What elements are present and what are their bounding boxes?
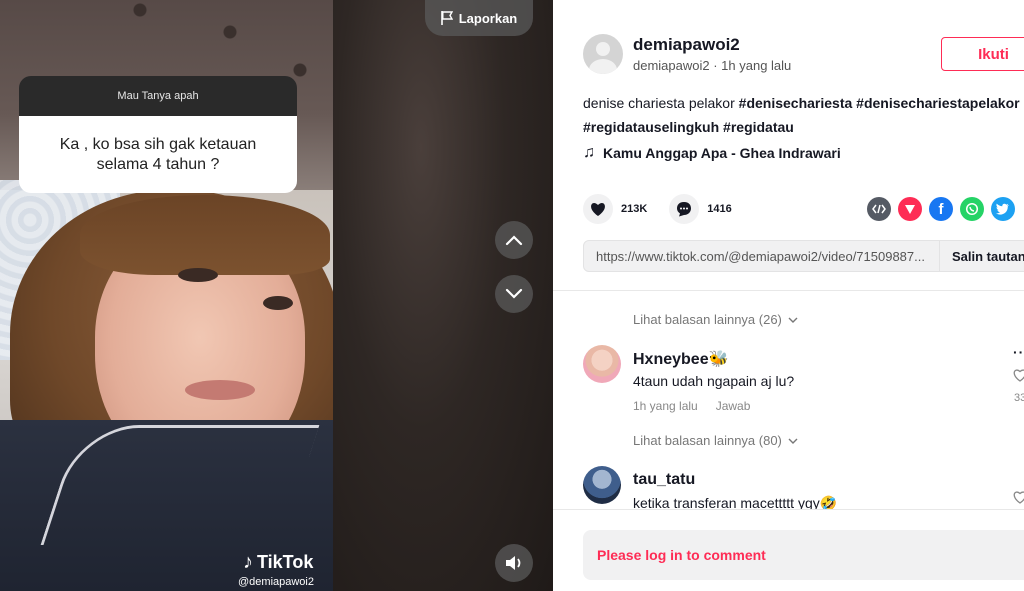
hashtag-link[interactable]: #regidatau bbox=[723, 119, 794, 135]
music-title: Kamu Anggap Apa - Ghea Indrawari bbox=[603, 145, 841, 161]
share-buttons: f bbox=[867, 197, 1015, 221]
login-prompt: Please log in to comment bbox=[597, 547, 766, 563]
send-icon bbox=[905, 205, 915, 214]
hashtag-link[interactable]: #denisechariesta bbox=[739, 95, 853, 111]
eye-right-scene bbox=[263, 296, 293, 310]
twitter-share-button[interactable] bbox=[991, 197, 1015, 221]
follow-button[interactable]: Ikuti bbox=[941, 37, 1024, 71]
eye-left-scene bbox=[178, 268, 218, 282]
commenter-username[interactable]: tau_tatu bbox=[633, 471, 695, 489]
login-to-comment-bar[interactable]: Please log in to comment bbox=[583, 530, 1024, 580]
chevron-down-icon bbox=[505, 288, 523, 299]
commenter-avatar[interactable] bbox=[583, 345, 621, 383]
comment-meta: 1h yang lalu Jawab bbox=[633, 399, 750, 413]
comment-like-button[interactable] bbox=[1013, 369, 1024, 387]
question-sticker: Mau Tanya apah Ka , ko bsa sih gak ketau… bbox=[19, 76, 297, 193]
hashtag-link[interactable]: #denisechariestapelakor bbox=[856, 95, 1019, 111]
heart-icon bbox=[591, 202, 605, 216]
embed-button[interactable] bbox=[867, 197, 891, 221]
question-sticker-body: Ka , ko bsa sih gak ketauan selama 4 tah… bbox=[19, 116, 297, 193]
author-subline: demiapawoi2 · 1h yang lalu bbox=[633, 58, 792, 73]
tiktok-watermark: ♪ TikTok bbox=[243, 549, 313, 575]
chevron-down-icon bbox=[788, 438, 798, 444]
view-more-replies-label: Lihat balasan lainnya (26) bbox=[633, 312, 782, 327]
more-options-icon[interactable]: ·· bbox=[1013, 344, 1024, 360]
sound-button[interactable] bbox=[495, 544, 533, 582]
author-avatar[interactable] bbox=[583, 34, 623, 74]
speaker-icon bbox=[506, 556, 521, 570]
video-url[interactable]: https://www.tiktok.com/@demiapawoi2/vide… bbox=[584, 249, 939, 264]
view-more-replies-label: Lihat balasan lainnya (80) bbox=[633, 433, 782, 448]
hashtag-link[interactable]: #regidatauselingkuh bbox=[583, 119, 719, 135]
engagement-stats: 213K 1416 bbox=[583, 194, 754, 224]
video-player[interactable]: Mau Tanya apah Ka , ko bsa sih gak ketau… bbox=[0, 0, 553, 591]
commenter-username[interactable]: Hxneybee🐝 bbox=[633, 349, 729, 369]
commenter-avatar[interactable] bbox=[583, 466, 621, 504]
copy-link-button[interactable]: Salin tautan bbox=[939, 241, 1024, 271]
comment-text: ketika transferan macettttt ygy🤣 bbox=[633, 495, 838, 509]
heart-outline-icon bbox=[1013, 491, 1024, 504]
tiktok-watermark-text: TikTok bbox=[257, 551, 314, 572]
view-more-replies-button[interactable]: Lihat balasan lainnya (80) bbox=[633, 433, 798, 448]
send-button[interactable] bbox=[898, 197, 922, 221]
comment-time: 1h yang lalu bbox=[633, 399, 698, 413]
facebook-icon: f bbox=[938, 200, 944, 218]
question-sticker-header: Mau Tanya apah bbox=[19, 76, 297, 116]
heart-outline-icon bbox=[1013, 369, 1024, 382]
comment-button[interactable] bbox=[669, 194, 700, 224]
watermark-handle: @demiapawoi2 bbox=[238, 576, 314, 588]
view-more-replies-button[interactable]: Lihat balasan lainnya (26) bbox=[633, 312, 798, 327]
bangs-scene bbox=[80, 195, 330, 275]
comment-like-count: 33 bbox=[1014, 392, 1024, 404]
reply-button[interactable]: Jawab bbox=[716, 399, 751, 413]
clipped-comment-meta: · · · bbox=[633, 291, 652, 295]
divider bbox=[553, 509, 1024, 510]
tiktok-logo-icon: ♪ bbox=[243, 550, 253, 573]
chevron-down-icon bbox=[788, 317, 798, 323]
tiktok-video-page: Mau Tanya apah Ka , ko bsa sih gak ketau… bbox=[0, 0, 1024, 591]
twitter-icon bbox=[996, 203, 1009, 215]
like-button[interactable] bbox=[583, 194, 613, 224]
report-button[interactable]: Laporkan bbox=[425, 0, 533, 36]
description-text: denise chariesta pelakor bbox=[583, 95, 739, 111]
lips-scene bbox=[185, 380, 255, 400]
comment-like-button[interactable] bbox=[1013, 491, 1024, 509]
like-count: 213K bbox=[621, 203, 648, 215]
comment-list[interactable]: · · · Lihat balasan lainnya (26) Hxneybe… bbox=[553, 291, 1024, 509]
comment-icon bbox=[677, 202, 692, 217]
video-description: denise chariesta pelakor #denisechariest… bbox=[583, 91, 1024, 139]
facebook-share-button[interactable]: f bbox=[929, 197, 953, 221]
previous-video-button[interactable] bbox=[495, 221, 533, 259]
embed-icon bbox=[872, 204, 886, 214]
music-link[interactable]: ♫ Kamu Anggap Apa - Ghea Indrawari bbox=[583, 144, 841, 162]
details-panel: demiapawoi2 demiapawoi2 · 1h yang lalu I… bbox=[553, 0, 1024, 591]
whatsapp-share-button[interactable] bbox=[960, 197, 984, 221]
copy-link-box: https://www.tiktok.com/@demiapawoi2/vide… bbox=[583, 240, 1024, 272]
video-frame[interactable]: Mau Tanya apah Ka , ko bsa sih gak ketau… bbox=[0, 0, 333, 591]
flag-icon bbox=[440, 11, 453, 25]
music-note-icon: ♫ bbox=[583, 144, 595, 161]
comment-count: 1416 bbox=[707, 203, 732, 215]
report-label: Laporkan bbox=[458, 10, 518, 26]
chevron-up-icon bbox=[505, 235, 523, 246]
whatsapp-icon bbox=[965, 202, 979, 216]
next-video-button[interactable] bbox=[495, 275, 533, 313]
author-username[interactable]: demiapawoi2 bbox=[633, 35, 740, 55]
comment-text: 4taun udah ngapain aj lu? bbox=[633, 373, 795, 389]
